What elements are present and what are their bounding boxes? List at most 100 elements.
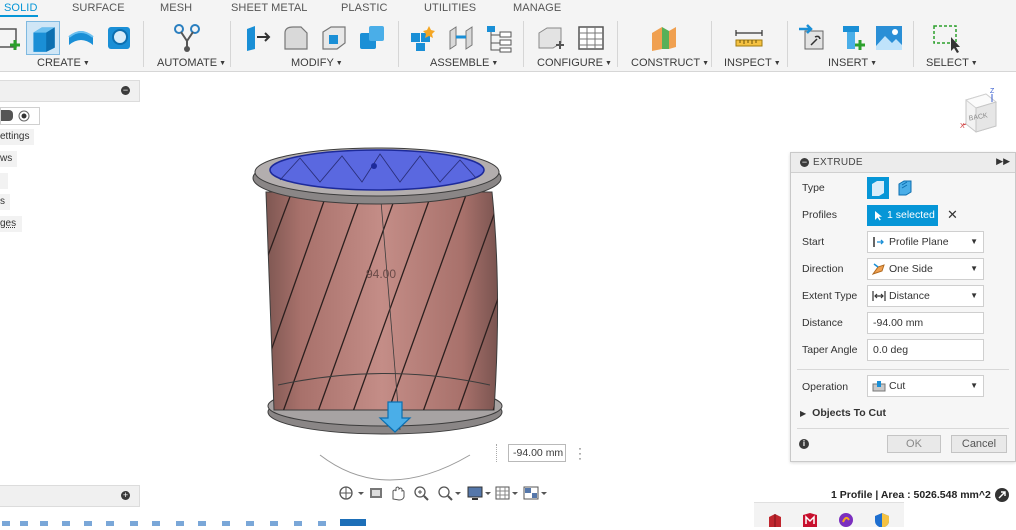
combine-icon[interactable] [357,23,387,53]
construct-menu[interactable]: CONSTRUCT ▼ [631,57,709,69]
selected-profile[interactable] [269,149,485,191]
add-comment-icon[interactable]: + [121,491,130,500]
new-component-icon[interactable] [408,23,438,53]
assembly-tree-icon[interactable] [484,23,514,53]
panel-divider [797,428,1009,429]
look-at-icon[interactable] [370,488,382,498]
chevron-right-icon: ▶ [800,409,807,418]
collapse-dialog-icon[interactable]: − [800,158,809,167]
distance-label: Distance [802,317,843,329]
view-cube[interactable]: BACK Z X [960,86,1000,134]
construct-plane-icon[interactable] [649,23,679,53]
start-dropdown[interactable]: Profile Plane ▼ [867,231,984,253]
direction-dropdown[interactable]: One Side ▼ [867,258,984,280]
status-expand-icon[interactable] [994,487,1010,503]
shell-icon[interactable] [319,23,349,53]
extent-type-dropdown[interactable]: Distance ▼ [867,285,984,307]
configure-menu[interactable]: CONFIGURE ▼ [537,57,612,69]
viewports-icon[interactable] [523,486,547,500]
tab-mesh[interactable]: MESH [160,2,192,14]
joint-icon[interactable] [446,23,476,53]
expand-dialog-icon[interactable]: ▶▶ [996,156,1010,167]
fit-icon[interactable] [438,486,461,501]
create-menu[interactable]: CREATE ▼ [37,57,90,69]
insert-menu[interactable]: INSERT ▼ [828,57,877,69]
chevron-down-icon: ▼ [970,381,978,390]
toolbar-divider [787,21,788,67]
one-side-icon [872,263,885,275]
inspect-menu[interactable]: INSPECT ▼ [724,57,781,69]
dimension-label: 94.00 [366,267,396,281]
configuration-table-icon[interactable] [576,23,606,53]
browser-item-settings[interactable]: ettings [0,129,35,145]
assemble-menu[interactable]: ASSEMBLE ▼ [430,57,498,69]
select-menu-label: SELECT [926,57,969,69]
insert-derive-icon[interactable] [797,23,827,53]
browser-item-views[interactable]: ws [0,151,17,167]
selection-status: 1 Profile | Area : 5026.548 mm^2 [831,489,991,501]
extrude-icon[interactable] [26,21,60,55]
browser-item[interactable] [0,173,8,189]
select-menu[interactable]: SELECT ▼ [926,57,978,69]
tab-solid[interactable]: SOLID [4,2,38,14]
inspect-menu-label: INSPECT [724,57,772,69]
cut-icon [872,381,886,392]
operation-dropdown[interactable]: Cut ▼ [867,375,984,397]
configure-menu-label: CONFIGURE [537,57,603,69]
start-label: Start [802,236,825,248]
app-icon-mcafee[interactable] [802,513,818,527]
tab-plastic[interactable]: PLASTIC [341,2,388,14]
tab-utilities[interactable]: UTILITIES [424,2,476,14]
ok-button[interactable]: OK [887,435,941,453]
tab-manage[interactable]: MANAGE [513,2,561,14]
orbit-icon[interactable] [339,486,364,500]
browser-item-sketches[interactable]: ges [0,216,22,232]
chevron-down-icon: ▼ [970,264,978,273]
modify-menu[interactable]: MODIFY ▼ [291,57,343,69]
info-icon[interactable]: i [799,439,809,449]
create-sketch-icon[interactable] [0,23,24,53]
app-icon-purple[interactable] [838,512,854,527]
app-icon-shield[interactable] [874,513,890,527]
more-options-icon[interactable]: · · · [578,442,582,464]
axis-z-label: Z [990,88,995,95]
type-solid-icon[interactable] [867,177,889,199]
insert-canvas-icon[interactable] [874,23,904,53]
profiles-selection-count: 1 selected [887,209,935,221]
measure-icon[interactable] [734,23,764,53]
insert-mcmaster-icon[interactable] [837,23,867,53]
pan-icon[interactable] [392,486,405,501]
extent-type-label: Extent Type [802,290,858,302]
collapse-browser-icon[interactable]: − [121,86,130,95]
panel-divider [797,369,1009,370]
grid-settings-icon[interactable] [495,486,518,500]
automate-icon[interactable] [172,23,202,53]
objects-to-cut-toggle[interactable]: ▶ Objects To Cut [800,407,886,419]
taper-angle-input[interactable]: 0.0 deg [867,339,984,361]
browser-item-bodies[interactable]: s [0,194,10,210]
modify-menu-label: MODIFY [291,57,334,69]
distance-input-floating[interactable]: -94.00 mm [508,444,566,462]
zoom-icon[interactable] [414,486,429,501]
radio-active-icon[interactable] [18,110,30,122]
browser-root-row[interactable] [0,107,40,125]
profiles-selection-button[interactable]: 1 selected [867,205,938,226]
tab-sheet-metal[interactable]: SHEET METAL [231,2,308,14]
model-viewport[interactable]: 94.00 [240,130,530,530]
cancel-button[interactable]: Cancel [951,435,1007,453]
configure-icon[interactable] [536,23,566,53]
automate-menu[interactable]: AUTOMATE ▼ [157,57,226,69]
press-pull-icon[interactable] [243,23,273,53]
revolve-icon[interactable] [66,23,96,53]
type-thin-icon[interactable] [895,178,915,198]
ribbon-tabs: SOLID SURFACE MESH SHEET METAL PLASTIC U… [0,0,1016,17]
hole-icon[interactable] [104,23,134,53]
extrude-dialog: − EXTRUDE ▶▶ Type Profiles 1 selected ✕ … [790,152,1016,462]
display-settings-icon[interactable] [467,486,491,500]
app-icon-red-box[interactable] [767,513,783,527]
tab-surface[interactable]: SURFACE [72,2,125,14]
clear-selection-icon[interactable]: ✕ [947,207,958,223]
distance-input[interactable]: -94.00 mm [867,312,984,334]
select-icon[interactable] [931,23,961,53]
fillet-icon[interactable] [281,23,311,53]
